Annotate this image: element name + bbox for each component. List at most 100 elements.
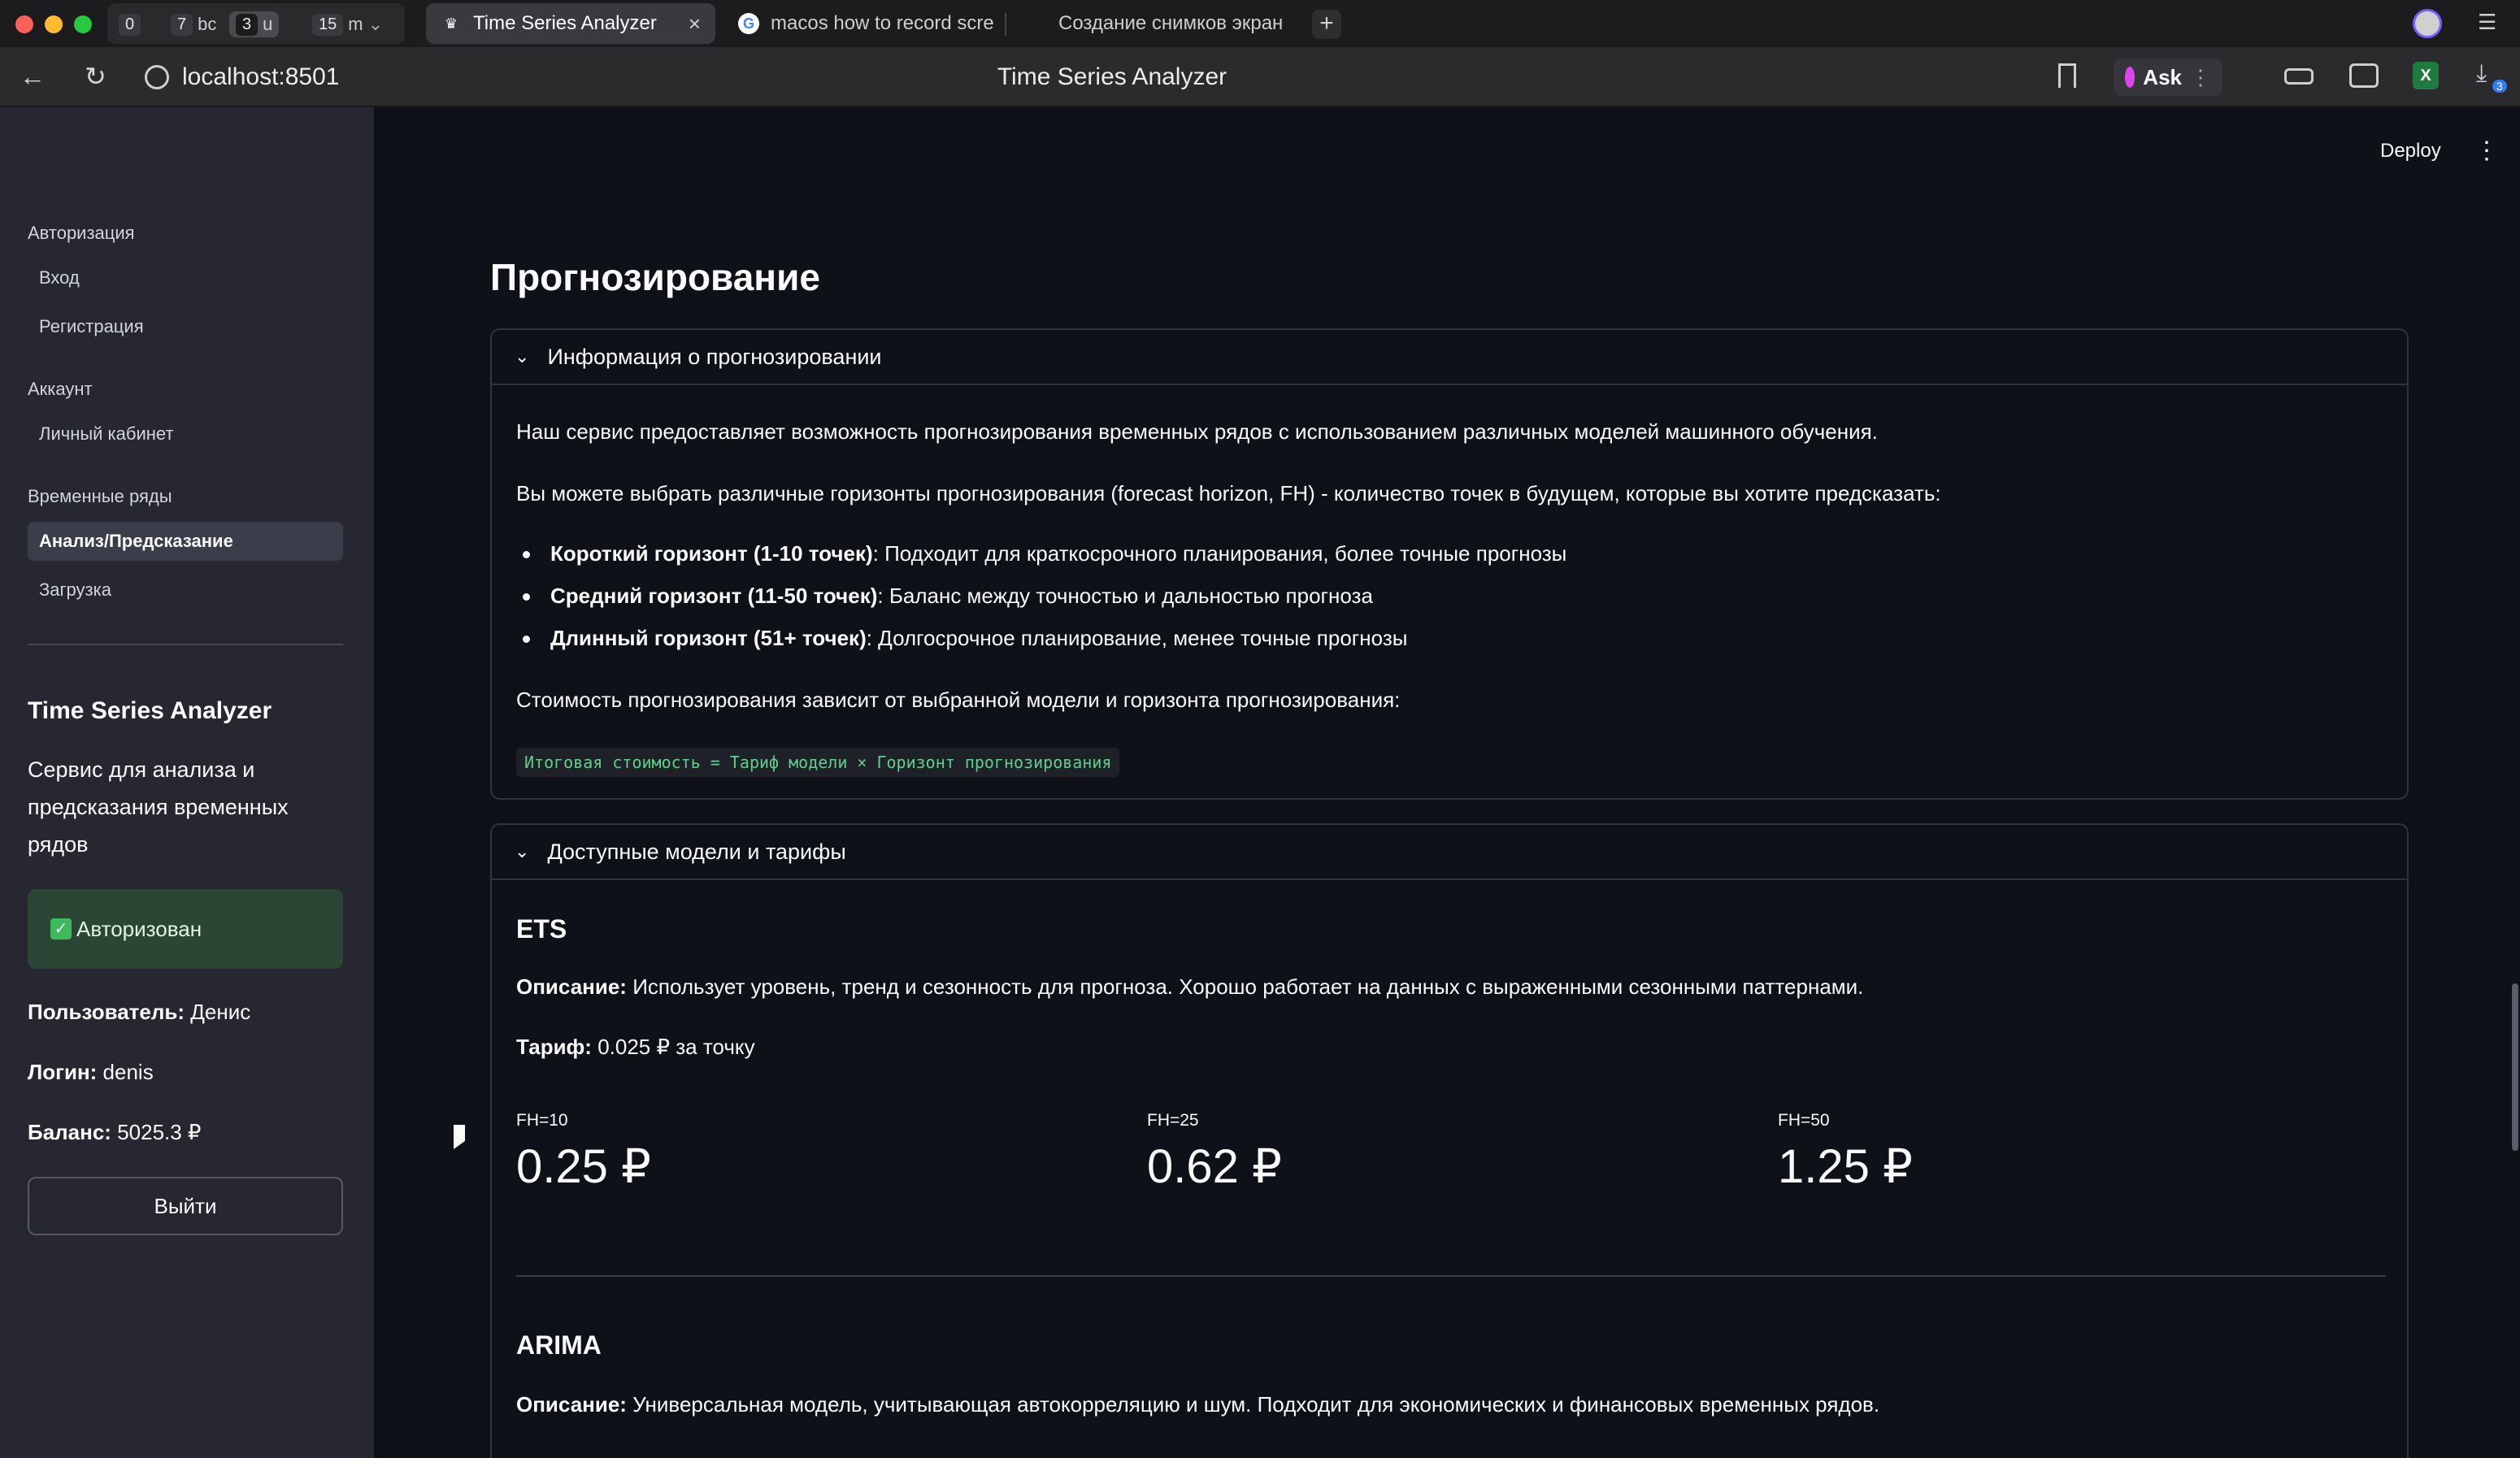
- list-item: Короткий горизонт (1-10 точек): Подходит…: [522, 541, 1567, 566]
- more-vertical-icon[interactable]: ⋮: [2190, 65, 2211, 90]
- downloads-badge: 3: [2492, 80, 2507, 93]
- close-tab-icon[interactable]: ×: [689, 11, 701, 37]
- google-favicon-icon: G: [738, 13, 759, 34]
- login-label: Логин:: [28, 1060, 98, 1084]
- check-icon: ✓: [50, 918, 72, 939]
- apple-favicon-icon: [1026, 13, 1047, 34]
- user-value: Денис: [190, 1000, 251, 1024]
- cost-formula-code: Итоговая стоимость = Тариф модели × Гори…: [516, 748, 1120, 777]
- sidebar: Авторизация Вход Регистрация Аккаунт Лич…: [0, 107, 374, 1458]
- tab-group-label: u: [263, 14, 273, 34]
- model-description-arima: Описание: Универсальная модель, учитываю…: [516, 1392, 1879, 1417]
- bullet-bold: Длинный горизонт (51+ точек): [550, 626, 867, 650]
- tab-menu-icon[interactable]: ☰: [2478, 10, 2496, 35]
- close-window-button[interactable]: [15, 15, 33, 33]
- page-title-display: Time Series Analyzer: [997, 63, 1227, 90]
- nav-section-timeseries: Временные ряды: [28, 486, 172, 506]
- bullet-text: : Баланс между точностью и дальностью пр…: [877, 584, 1373, 608]
- models-expander-header[interactable]: ⌄ Доступные модели и тарифы: [492, 825, 2407, 880]
- bullet-bold: Средний горизонт (11-50 точек): [550, 584, 878, 608]
- excel-extension-icon[interactable]: X: [2413, 62, 2439, 89]
- model-description-ets: Описание: Использует уровень, тренд и се…: [516, 974, 1863, 1000]
- tab-group-count: 3: [236, 13, 259, 36]
- mouse-cursor-icon: [454, 1125, 465, 1149]
- user-label: Пользователь:: [28, 1000, 185, 1024]
- sidebar-item-upload[interactable]: Загрузка: [28, 571, 343, 610]
- description-label: Описание:: [516, 974, 627, 999]
- auth-status-text: Авторизован: [76, 916, 202, 941]
- auth-status-box: ✓ Авторизован: [28, 889, 343, 969]
- extensions-icon[interactable]: [2349, 63, 2379, 88]
- sidebar-divider: [28, 644, 343, 645]
- info-paragraph-2: Вы можете выбрать различные горизонты пр…: [516, 481, 1941, 506]
- bookmark-icon[interactable]: [2058, 63, 2076, 88]
- tab-title: Time Series Analyzer: [473, 12, 657, 34]
- info-paragraph-3: Стоимость прогнозирования зависит от выб…: [516, 688, 1401, 712]
- deploy-button[interactable]: Deploy: [2380, 140, 2441, 163]
- tab-groups: 0 7 bc 3 u 15 m ⌄: [107, 3, 405, 44]
- tab-group-0[interactable]: 0: [112, 11, 147, 37]
- tab-group-m[interactable]: 15 m ⌄: [306, 11, 389, 37]
- description-label: Описание:: [516, 1392, 627, 1417]
- chevron-down-icon: ⌄: [515, 346, 530, 367]
- sidebar-item-analysis[interactable]: Анализ/Предсказание: [28, 522, 343, 561]
- sidebar-item-register[interactable]: Регистрация: [28, 307, 343, 346]
- tab-group-bc[interactable]: 7 bc: [164, 11, 223, 37]
- info-expander-header[interactable]: ⌄ Информация о прогнозировании: [492, 330, 2407, 385]
- download-icon[interactable]: ⤓: [2476, 60, 2487, 88]
- nav-section-account: Аккаунт: [28, 379, 93, 399]
- tab-group-count: 15: [312, 13, 344, 36]
- models-expander: ⌄ Доступные модели и тарифы ETS Описание…: [490, 823, 2409, 1458]
- list-item: Средний горизонт (11-50 точек): Баланс м…: [523, 584, 1373, 609]
- info-paragraph-1: Наш сервис предоставляет возможность про…: [516, 419, 1878, 444]
- tab-separator: [1005, 13, 1006, 36]
- ai-sparkle-icon: [2125, 67, 2135, 88]
- logout-button[interactable]: Выйти: [28, 1177, 343, 1235]
- metric-label-fh10: FH=10: [516, 1111, 568, 1130]
- ask-label: Ask: [2143, 64, 2182, 89]
- tab-title: macos how to record scre: [771, 12, 994, 34]
- browser-toolbar: ← ↻ localhost:8501 Time Series Analyzer …: [0, 47, 2520, 107]
- tab-apple-support[interactable]: Создание снимков экран: [1011, 3, 1299, 44]
- chevron-down-icon: ⌄: [367, 14, 384, 34]
- info-expander: ⌄ Информация о прогнозировании Наш серви…: [490, 328, 2409, 800]
- bullet-text: : Подходит для краткосрочного планирован…: [872, 541, 1567, 566]
- balance-info: Баланс: 5025.3 ₽: [28, 1120, 201, 1145]
- streamlit-favicon-icon: ♛: [444, 15, 458, 32]
- login-value: denis: [102, 1060, 154, 1084]
- bullet-bold: Короткий горизонт (1-10 точек): [550, 541, 873, 566]
- sidebar-app-description: Сервис для анализа и предсказания времен…: [28, 757, 289, 857]
- tab-google-search[interactable]: G macos how to record scre: [723, 3, 1000, 44]
- info-expander-title: Информация о прогнозировании: [547, 344, 882, 369]
- tab-group-u[interactable]: 3 u: [229, 11, 280, 37]
- list-item: Длинный горизонт (51+ точек): Долгосрочн…: [522, 626, 1407, 651]
- tab-group-label: bc: [198, 14, 217, 34]
- tariff-label: Тариф:: [516, 1035, 592, 1059]
- battery-icon[interactable]: [2284, 68, 2314, 85]
- tab-time-series-analyzer[interactable]: ♛ Time Series Analyzer ×: [426, 3, 715, 44]
- tab-group-label: m: [348, 14, 363, 34]
- minimize-window-button[interactable]: [45, 15, 63, 33]
- description-text: Универсальная модель, учитывающая автоко…: [632, 1392, 1880, 1417]
- login-info: Логин: denis: [28, 1060, 154, 1085]
- user-info: Пользователь: Денис: [28, 1000, 250, 1025]
- browser-tab-bar: 0 7 bc 3 u 15 m ⌄ ♛ Time Series Analyzer…: [0, 0, 2520, 47]
- metric-label-fh25: FH=25: [1147, 1111, 1199, 1130]
- model-name-ets: ETS: [516, 914, 567, 944]
- metric-label-fh50: FH=50: [1778, 1111, 1830, 1130]
- main-scrollbar[interactable]: [2512, 983, 2518, 1151]
- sidebar-item-login[interactable]: Вход: [28, 258, 343, 297]
- profile-avatar-icon[interactable]: [2413, 9, 2442, 38]
- zoom-window-button[interactable]: [74, 15, 92, 33]
- metric-value-fh25: 0.62 ₽: [1147, 1140, 1282, 1193]
- models-expander-title: Доступные модели и тарифы: [547, 839, 846, 864]
- ask-ai-button[interactable]: Ask ⋮: [2114, 59, 2222, 96]
- main-menu-icon[interactable]: ⋮: [2474, 137, 2499, 165]
- sidebar-item-cabinet[interactable]: Личный кабинет: [28, 414, 343, 453]
- description-text: Использует уровень, тренд и сезонность д…: [632, 974, 1864, 999]
- model-divider: [516, 1275, 2386, 1277]
- metric-value-fh50: 1.25 ₽: [1778, 1140, 1913, 1193]
- sidebar-app-title: Time Series Analyzer: [28, 697, 272, 724]
- model-name-arima: ARIMA: [516, 1330, 602, 1360]
- new-tab-button[interactable]: +: [1312, 10, 1341, 39]
